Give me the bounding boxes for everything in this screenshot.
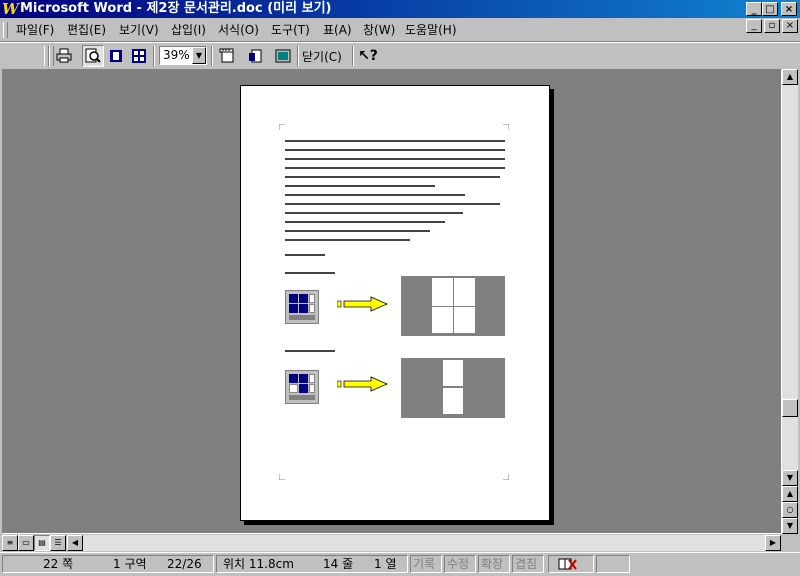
crop-mark xyxy=(279,124,285,130)
status-position: 위치 11.8cm xyxy=(223,557,294,571)
doc-restore-button[interactable]: ▫ xyxy=(764,19,780,33)
vertical-scrollbar[interactable]: ▲ ▼ ▲ ○ ▼ xyxy=(782,69,798,534)
one-page-icon[interactable] xyxy=(105,45,127,67)
arrow-right-icon xyxy=(337,376,388,392)
spelling-status[interactable] xyxy=(548,555,594,573)
normal-view-button[interactable]: ≡ xyxy=(2,535,18,551)
toolbar-separator xyxy=(211,46,213,66)
zoom-value: 39% xyxy=(163,48,190,62)
zoom-combo[interactable]: 39% ▼ xyxy=(159,46,207,65)
web-layout-view-button[interactable]: ▭ xyxy=(18,535,34,551)
status-page-of: 22/26 xyxy=(167,557,202,571)
menu-format[interactable]: 서식(O) xyxy=(218,22,259,38)
status-line: 14 줄 xyxy=(323,557,354,571)
preview-thumbnail-2-pages xyxy=(401,276,505,336)
view-ruler-icon[interactable] xyxy=(216,45,238,67)
full-screen-icon[interactable] xyxy=(272,45,294,67)
menu-grip xyxy=(3,22,8,38)
close-preview-button[interactable]: 닫기(C) xyxy=(302,48,342,65)
menu-help[interactable]: 도움말(H) xyxy=(405,22,457,38)
status-bar: 22 쪽 1 구역 22/26 위치 11.8cm 14 줄 1 열 기록 수정… xyxy=(0,552,800,575)
menu-file[interactable]: 파일(F) xyxy=(16,22,54,38)
multiple-pages-grid-image xyxy=(285,370,319,404)
menu-insert[interactable]: 삽입(I) xyxy=(171,22,206,38)
figure-multipage-2x1 xyxy=(285,358,507,426)
menu-bar: 파일(F) 편집(E) 보기(V) 삽입(I) 서식(O) 도구(T) 표(A)… xyxy=(0,19,800,42)
window-title: Microsoft Word - 제2장 문서관리.doc (미리 보기) xyxy=(20,1,332,16)
page-preview[interactable] xyxy=(240,85,550,521)
status-column: 1 열 xyxy=(374,557,397,571)
status-trk[interactable]: 수정 xyxy=(444,555,476,573)
status-ext[interactable]: 확장 xyxy=(478,555,510,573)
crop-mark xyxy=(503,124,509,130)
horizontal-bar: ≡ ▭ ▤ ☰ ◀ ▶ xyxy=(0,535,800,551)
preview-workspace[interactable] xyxy=(2,69,782,534)
print-icon[interactable] xyxy=(53,45,75,67)
status-page: 22 쪽 xyxy=(43,557,74,571)
status-empty-cell xyxy=(596,555,630,573)
word-icon[interactable]: W xyxy=(2,1,19,17)
figure-multipage-2x2 xyxy=(285,276,507,342)
multiple-pages-icon[interactable] xyxy=(128,45,150,67)
previous-page-button[interactable]: ▲ xyxy=(782,486,798,502)
crop-mark xyxy=(503,474,509,480)
title-bar[interactable]: W Microsoft Word - 제2장 문서관리.doc (미리 보기) … xyxy=(0,0,800,18)
multiple-pages-grid-image xyxy=(285,290,319,324)
minimize-button[interactable]: _ xyxy=(746,2,762,16)
shrink-to-fit-icon[interactable] xyxy=(244,45,266,67)
outline-view-button[interactable]: ☰ xyxy=(50,535,66,551)
status-rec[interactable]: 기록 xyxy=(410,555,442,573)
preview-thumbnail-1-page xyxy=(401,358,505,418)
scroll-right-button[interactable]: ▶ xyxy=(765,535,781,551)
toolbar-separator xyxy=(352,46,354,66)
chevron-down-icon[interactable]: ▼ xyxy=(192,47,206,64)
select-browse-object-button[interactable]: ○ xyxy=(782,502,798,518)
scroll-thumb[interactable] xyxy=(782,399,798,417)
next-page-button[interactable]: ▼ xyxy=(782,518,798,534)
doc-close-button[interactable]: × xyxy=(782,19,798,33)
context-help-icon[interactable]: ↖? xyxy=(357,45,379,67)
close-button[interactable]: × xyxy=(781,2,797,16)
menu-view[interactable]: 보기(V) xyxy=(119,22,159,38)
print-preview-toolbar: 39% ▼ 닫기(C) ↖? xyxy=(0,42,800,69)
status-ovr[interactable]: 겹침 xyxy=(512,555,544,573)
print-layout-view-button[interactable]: ▤ xyxy=(34,535,50,551)
menu-table[interactable]: 표(A) xyxy=(323,22,352,38)
arrow-right-icon xyxy=(337,296,388,312)
horizontal-scrollbar[interactable] xyxy=(83,535,765,551)
status-page-info: 22 쪽 1 구역 22/26 xyxy=(2,555,214,573)
toolbar-separator xyxy=(153,46,155,66)
menu-tools[interactable]: 도구(T) xyxy=(271,22,310,38)
scroll-left-button[interactable]: ◀ xyxy=(67,535,83,551)
status-section: 1 구역 xyxy=(113,557,147,571)
toolbar-separator xyxy=(297,46,299,66)
crop-mark xyxy=(279,474,285,480)
status-position-info: 위치 11.8cm 14 줄 1 열 xyxy=(216,555,408,573)
doc-minimize-button[interactable]: _ xyxy=(746,19,762,33)
book-spelling-icon xyxy=(558,558,577,570)
scroll-up-button[interactable]: ▲ xyxy=(782,69,798,85)
menu-edit[interactable]: 편집(E) xyxy=(67,22,106,38)
menu-window[interactable]: 창(W) xyxy=(363,22,395,38)
scroll-down-button[interactable]: ▼ xyxy=(782,470,798,486)
magnifier-icon[interactable] xyxy=(82,45,104,67)
maximize-button[interactable]: □ xyxy=(762,2,778,16)
